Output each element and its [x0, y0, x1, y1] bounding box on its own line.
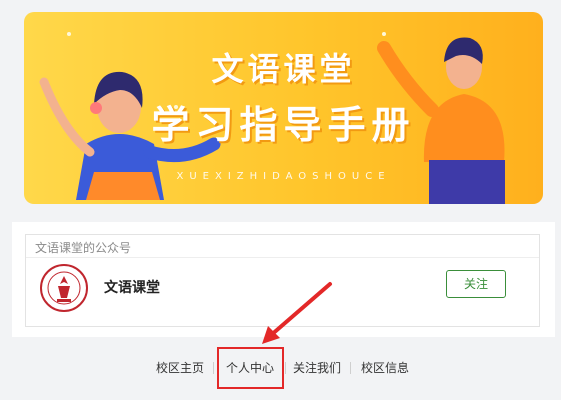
annotation-arrow-icon — [262, 282, 332, 344]
